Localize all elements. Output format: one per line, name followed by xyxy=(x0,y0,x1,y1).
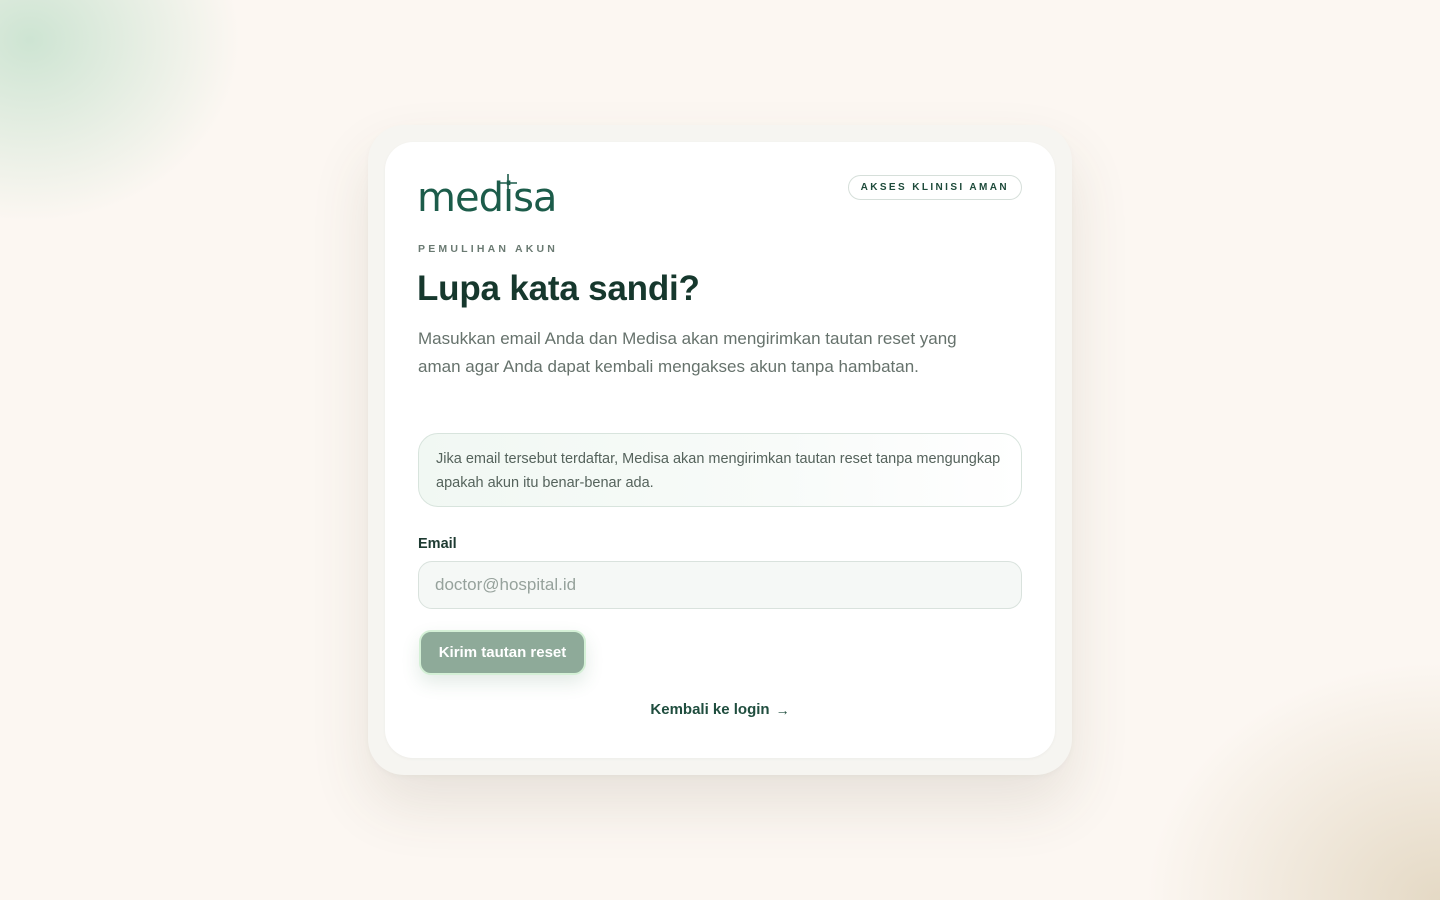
arrow-right-icon: → xyxy=(775,701,790,718)
secure-access-badge: AKSES KLINISI AMAN xyxy=(847,175,1022,200)
page-description: Masukkan email Anda dan Medisa akan meng… xyxy=(418,329,957,376)
card-frame: medisa AKSES KLINISI AMAN PEMULIHAN AKUN… xyxy=(368,125,1072,775)
privacy-notice: Jika email tersebut terdaftar, Medisa ak… xyxy=(418,433,1022,507)
send-reset-link-button[interactable]: Kirim tautan reset xyxy=(419,630,586,675)
forgot-password-card: medisa AKSES KLINISI AMAN PEMULIHAN AKUN… xyxy=(385,142,1055,758)
logo-wordmark: medisa xyxy=(417,175,557,221)
section-eyebrow: PEMULIHAN AKUN xyxy=(418,243,559,255)
back-to-login-label: Kembali ke login xyxy=(650,701,770,718)
cross-icon xyxy=(499,174,517,192)
page-title: Lupa kata sandi? xyxy=(417,269,700,308)
email-label: Email xyxy=(418,536,457,552)
email-input[interactable] xyxy=(418,561,1022,609)
back-to-login-link[interactable]: Kembali ke login → xyxy=(385,701,1055,718)
medisa-logo: medisa xyxy=(417,174,557,222)
